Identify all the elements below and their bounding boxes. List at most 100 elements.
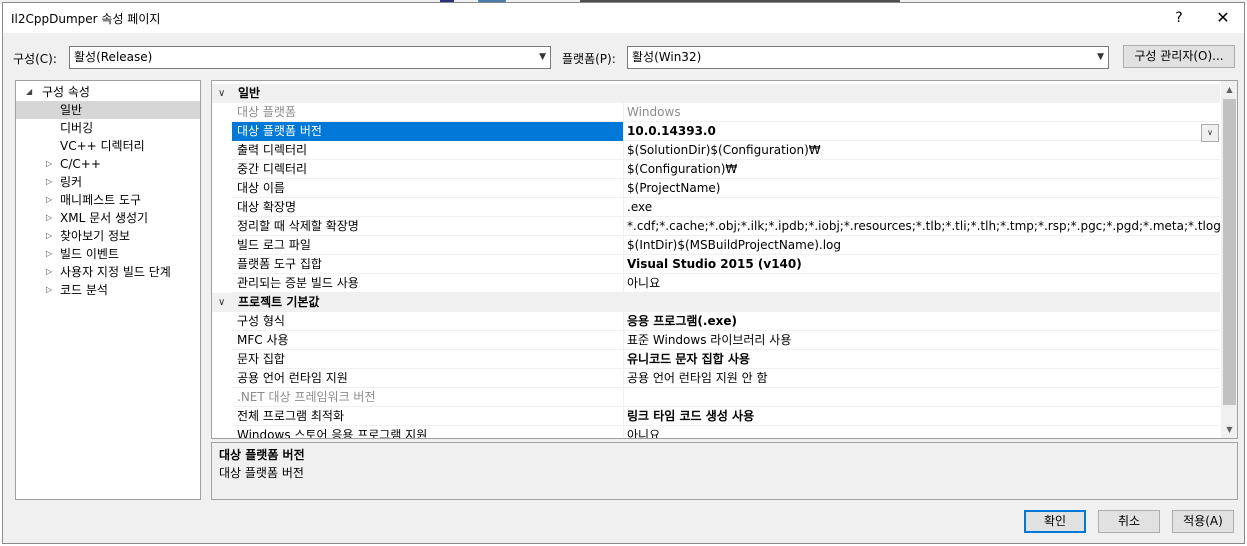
expand-icon[interactable]: ▷ [46, 227, 52, 245]
property-row[interactable]: 전체 프로그램 최적화 링크 타임 코드 생성 사용 [232, 407, 1220, 426]
tree-item-label: 매니페스트 도구 [60, 193, 142, 207]
property-name: 구성 형식 [232, 312, 624, 331]
property-name: 중간 디렉터리 [232, 160, 624, 179]
tree-item-manifest-tool[interactable]: ▷ 매니페스트 도구 [16, 191, 200, 209]
property-value: $(ProjectName) [627, 181, 721, 195]
property-name: 정리할 때 삭제할 확장명 [232, 217, 624, 236]
expand-icon[interactable]: ▷ [46, 281, 52, 299]
property-row[interactable]: 빌드 로그 파일 $(IntDir)$(MSBuildProjectName).… [232, 236, 1220, 255]
chevron-down-icon[interactable]: ∨ [1201, 124, 1219, 142]
tree-item-vc-directories[interactable]: VC++ 디렉터리 [16, 137, 200, 155]
property-value: 유니코드 문자 집합 사용 [627, 352, 750, 366]
platform-value: 활성(Win32) [632, 50, 702, 64]
property-value: Windows [627, 105, 681, 119]
configuration-value: 활성(Release) [74, 50, 153, 64]
expand-icon[interactable]: ▷ [46, 209, 52, 227]
tree-item-debugging[interactable]: 디버깅 [16, 119, 200, 137]
tree-item-code-analysis[interactable]: ▷ 코드 분석 [16, 281, 200, 299]
configuration-manager-button[interactable]: 구성 관리자(O)... [1123, 45, 1235, 68]
property-name: 플랫폼 도구 집합 [232, 255, 624, 274]
configuration-dropdown[interactable]: 활성(Release) ▼ [69, 46, 551, 69]
chevron-down-icon[interactable]: ∨ [218, 293, 225, 312]
scroll-up-icon[interactable]: ▲ [1221, 81, 1237, 98]
property-row[interactable]: 대상 이름 $(ProjectName) [232, 179, 1220, 198]
tree-item-custom-build-step[interactable]: ▷ 사용자 지정 빌드 단계 [16, 263, 200, 281]
category-title: 일반 [238, 86, 261, 100]
property-value: 공용 언어 런타임 지원 안 함 [627, 371, 768, 385]
property-name: Windows 스토어 응용 프로그램 지원 [232, 426, 624, 438]
property-row[interactable]: 중간 디렉터리 $(Configuration)₩ [232, 160, 1220, 179]
property-name: 대상 이름 [232, 179, 624, 198]
tree-item-linker[interactable]: ▷ 링커 [16, 173, 200, 191]
collapse-icon[interactable]: ◢ [26, 83, 32, 101]
property-row[interactable]: 공용 언어 런타임 지원 공용 언어 런타임 지원 안 함 [232, 369, 1220, 388]
title-bar: Il2CppDumper 속성 페이지 ? ✕ [3, 3, 1244, 33]
expand-icon[interactable]: ▷ [46, 263, 52, 281]
property-value: Visual Studio 2015 (v140) [627, 257, 802, 271]
tree-item-label: XML 문서 생성기 [60, 211, 149, 225]
tree-item-label: 사용자 지정 빌드 단계 [60, 265, 171, 279]
property-name: 대상 플랫폼 [232, 103, 624, 122]
property-row[interactable]: Windows 스토어 응용 프로그램 지원 아니요 [232, 426, 1220, 439]
category-project-defaults[interactable]: ∨ 프로젝트 기본값 [212, 293, 1220, 312]
platform-dropdown[interactable]: 활성(Win32) ▼ [627, 46, 1109, 69]
ok-button[interactable]: 확인 [1024, 510, 1086, 533]
expand-icon[interactable]: ▷ [46, 245, 52, 263]
property-name: 문자 집합 [232, 350, 624, 369]
property-row[interactable]: 관리되는 증분 빌드 사용 아니요 [232, 274, 1220, 293]
scrollbar-thumb[interactable] [1223, 99, 1236, 405]
scroll-down-icon[interactable]: ▼ [1221, 421, 1237, 438]
vertical-scrollbar[interactable]: ▲ ▼ [1221, 81, 1237, 438]
chevron-down-icon: ▼ [1097, 52, 1104, 62]
property-row[interactable]: 구성 형식 응용 프로그램(.exe) [232, 312, 1220, 331]
description-text: 대상 플랫폼 버전 [219, 466, 304, 480]
configuration-label: 구성(C): [13, 52, 57, 66]
tree-item-label: C/C++ [60, 157, 101, 171]
description-panel: 대상 플랫폼 버전 대상 플랫폼 버전 [211, 442, 1238, 500]
window-title: Il2CppDumper 속성 페이지 [11, 12, 161, 26]
expand-icon[interactable]: ▷ [46, 173, 52, 191]
platform-label: 플랫폼(P): [562, 52, 616, 66]
tree-item-label: 구성 속성 [42, 85, 90, 99]
property-tree: ◢ 구성 속성 일반 디버깅 VC++ 디렉터리 ▷ C/C++ ▷ 링커 ▷ … [15, 80, 201, 500]
property-name: .NET 대상 프레임워크 버전 [232, 388, 624, 407]
property-value: 아니요 [627, 428, 661, 439]
close-button[interactable]: ✕ [1207, 6, 1239, 30]
property-row[interactable]: 정리할 때 삭제할 확장명 *.cdf;*.cache;*.obj;*.ilk;… [232, 217, 1220, 236]
property-row[interactable]: 플랫폼 도구 집합 Visual Studio 2015 (v140) [232, 255, 1220, 274]
property-pages-dialog: Il2CppDumper 속성 페이지 ? ✕ 구성(C): 활성(Releas… [2, 2, 1245, 544]
property-row[interactable]: 대상 플랫폼 버전 10.0.14393.0 [232, 122, 1220, 141]
property-value: 응용 프로그램(.exe) [627, 314, 737, 328]
property-row[interactable]: 대상 플랫폼 Windows [232, 103, 1220, 122]
property-row[interactable]: 문자 집합 유니코드 문자 집합 사용 [232, 350, 1220, 369]
help-button[interactable]: ? [1163, 6, 1195, 30]
property-value: 링크 타임 코드 생성 사용 [627, 409, 755, 423]
property-row[interactable]: .NET 대상 프레임워크 버전 [232, 388, 1220, 407]
tree-item-label: 빌드 이벤트 [60, 247, 120, 261]
tree-item-xml-doc-generator[interactable]: ▷ XML 문서 생성기 [16, 209, 200, 227]
tree-item-label: 일반 [60, 103, 83, 117]
property-name: 빌드 로그 파일 [232, 236, 624, 255]
cancel-button[interactable]: 취소 [1098, 510, 1160, 533]
tree-item-general[interactable]: 일반 [16, 101, 200, 119]
property-value: $(IntDir)$(MSBuildProjectName).log [627, 238, 842, 252]
tree-item-label: 링커 [60, 175, 83, 189]
property-row[interactable]: 대상 확장명 .exe [232, 198, 1220, 217]
tree-item-build-events[interactable]: ▷ 빌드 이벤트 [16, 245, 200, 263]
expand-icon[interactable]: ▷ [46, 155, 52, 173]
tree-item-c-cpp[interactable]: ▷ C/C++ [16, 155, 200, 173]
tree-root-configuration-properties[interactable]: ◢ 구성 속성 [16, 83, 200, 101]
tree-item-label: 찾아보기 정보 [60, 229, 131, 243]
property-value: $(Configuration)₩ [627, 162, 738, 176]
expand-icon[interactable]: ▷ [46, 191, 52, 209]
property-row[interactable]: MFC 사용 표준 Windows 라이브러리 사용 [232, 331, 1220, 350]
category-general[interactable]: ∨ 일반 [212, 84, 1220, 103]
property-row[interactable]: 출력 디렉터리 $(SolutionDir)$(Configuration)₩ [232, 141, 1220, 160]
apply-button[interactable]: 적용(A) [1172, 510, 1234, 533]
chevron-down-icon: ▼ [539, 52, 546, 62]
tree-item-browse-info[interactable]: ▷ 찾아보기 정보 [16, 227, 200, 245]
tree-item-label: 디버깅 [60, 121, 94, 135]
chevron-down-icon[interactable]: ∨ [218, 84, 225, 103]
property-value: *.cdf;*.cache;*.obj;*.ilk;*.ipdb;*.iobj;… [627, 219, 1220, 233]
property-name: 관리되는 증분 빌드 사용 [232, 274, 624, 293]
